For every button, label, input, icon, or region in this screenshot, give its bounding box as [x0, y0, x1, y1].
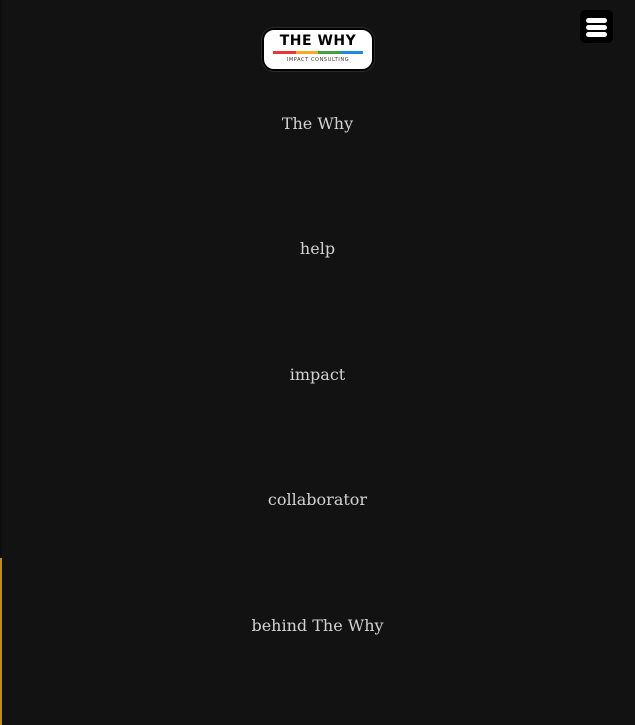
nav-item-help[interactable]: help [0, 238, 635, 260]
hamburger-menu-button[interactable] [580, 10, 613, 43]
nav-item-impact[interactable]: impact [0, 364, 635, 386]
the-why-logo[interactable]: THE WHY IMPACT CONSULTING [262, 28, 374, 71]
logo-stripe-green [318, 51, 341, 54]
logo-title: THE WHY [279, 33, 357, 49]
logo-stripe-blue [340, 51, 363, 54]
logo-stripe-red [273, 51, 296, 54]
hamburger-menu-icon [586, 18, 607, 23]
logo-subtitle: IMPACT CONSULTING [286, 57, 350, 63]
nav-item-the-why[interactable]: The Why [0, 113, 635, 135]
nav-item-collaborator[interactable]: collaborator [0, 489, 635, 511]
nav-item-behind-the-why[interactable]: behind The Why [0, 615, 635, 637]
logo-color-stripes [273, 51, 363, 54]
page: THE WHY IMPACT CONSULTING The Why help i… [0, 0, 635, 725]
hamburger-bar-bottom [586, 32, 607, 37]
logo-stripe-yellow [295, 51, 318, 54]
left-edge-accent [0, 558, 2, 725]
hamburger-bar-middle [586, 25, 607, 30]
